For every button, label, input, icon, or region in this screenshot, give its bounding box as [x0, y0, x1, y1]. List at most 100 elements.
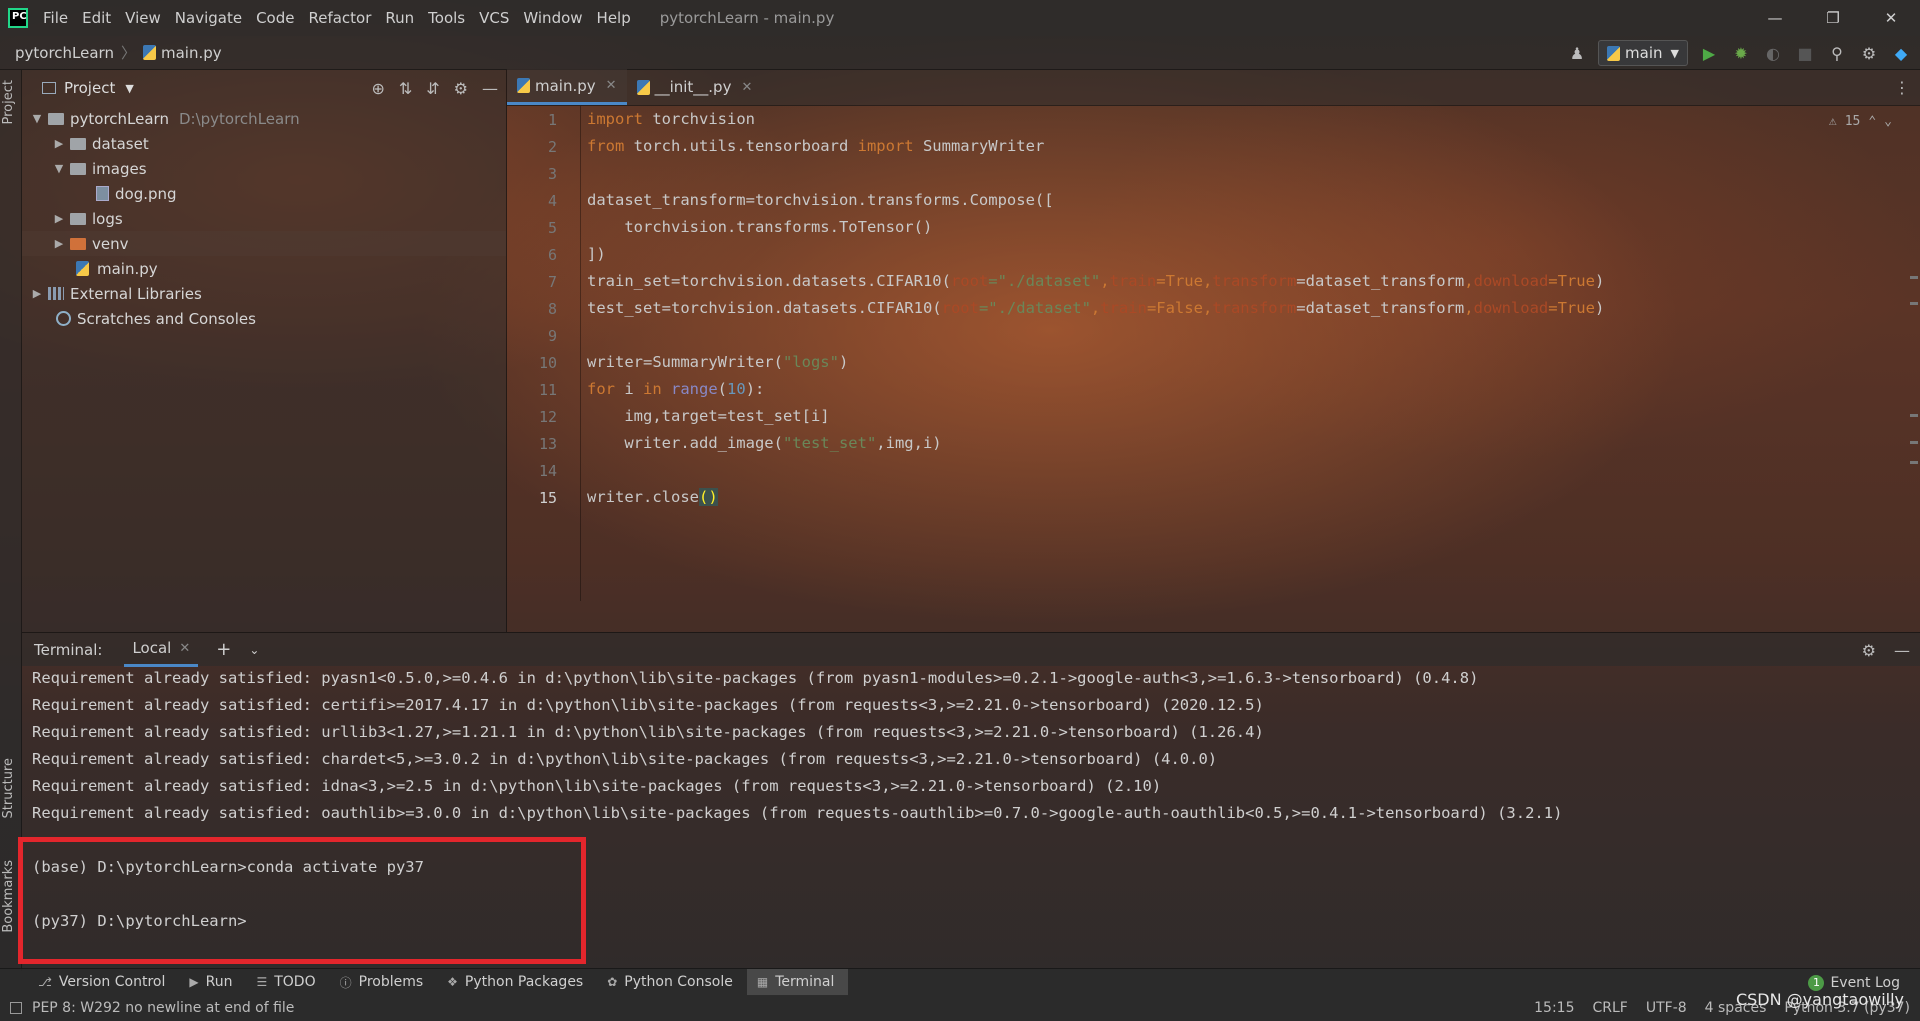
tree-item-main-py[interactable]: main.py	[22, 256, 506, 281]
chevron-right-icon[interactable]: ▶	[52, 137, 66, 150]
warning-marker[interactable]	[1910, 414, 1918, 417]
chevron-up-icon[interactable]: ⌃	[1868, 114, 1876, 129]
stop-icon[interactable]: ■	[1794, 42, 1816, 64]
collapse-all-icon[interactable]: ⇵	[426, 79, 439, 98]
chevron-down-icon[interactable]: ▼	[52, 162, 66, 175]
caret-position[interactable]: 15:15	[1534, 1000, 1574, 1016]
status-toggle-icon[interactable]	[10, 1002, 22, 1014]
expand-all-icon[interactable]: ⇅	[399, 79, 412, 98]
tool-version-control[interactable]: ⎇ Version Control	[28, 969, 179, 996]
tool-terminal[interactable]: ▦ Terminal	[746, 968, 849, 996]
structure-tool-tab[interactable]: Structure	[1, 758, 16, 818]
coverage-icon[interactable]: ◐	[1762, 42, 1784, 64]
tree-item-label: Scratches and Consoles	[77, 309, 256, 328]
tree-item-label: dog.png	[115, 184, 177, 203]
code-token: train_set=torchvision.datasets.CIFAR10(	[587, 272, 951, 290]
tool-label: Version Control	[58, 974, 166, 990]
tree-item-dog-png[interactable]: dog.png	[22, 181, 506, 206]
menu-file[interactable]: File	[36, 9, 75, 27]
minimize-button[interactable]: —	[1746, 0, 1804, 36]
inspection-widget[interactable]: ⚠ 15 ⌃ ⌄	[1829, 114, 1892, 129]
line-number: 14	[538, 462, 557, 480]
tab-init-py[interactable]: __init__.py ✕	[627, 69, 763, 105]
debug-icon[interactable]: ✹	[1730, 42, 1752, 64]
settings-gear-icon[interactable]: ⚙	[1858, 42, 1880, 64]
code-token: ):	[745, 380, 765, 398]
tree-item-external-libraries[interactable]: ▶ External Libraries	[22, 281, 506, 306]
warning-marker[interactable]	[1910, 461, 1918, 464]
terminal-tab-local[interactable]: Local ✕	[124, 633, 199, 667]
search-icon[interactable]: ⚲	[1826, 42, 1848, 64]
code-token: from	[587, 137, 625, 155]
hide-panel-icon[interactable]: —	[1894, 641, 1910, 660]
terminal-icon: ▦	[756, 975, 769, 989]
menu-view[interactable]: View	[118, 9, 168, 27]
settings-gear-icon[interactable]: ⚙	[1862, 641, 1876, 660]
tool-problems[interactable]: ⓘ Problems	[330, 969, 438, 996]
close-tab-icon[interactable]: ✕	[179, 641, 190, 656]
locate-icon[interactable]: ⊕	[371, 79, 384, 98]
code-editor[interactable]: 1 2 3 4 5 6 7 8 9 10 11 12 13 14 15 impo…	[507, 106, 1920, 632]
code-token: transform	[1212, 272, 1297, 290]
hide-panel-icon[interactable]: —	[482, 79, 498, 98]
code-token: =True	[1548, 299, 1595, 317]
status-message[interactable]: PEP 8: W292 no newline at end of file	[32, 1000, 294, 1016]
tree-item-scratches[interactable]: Scratches and Consoles	[22, 306, 506, 331]
warning-marker[interactable]	[1910, 441, 1918, 444]
tab-label: __init__.py	[654, 78, 732, 96]
chevron-right-icon[interactable]: ▶	[52, 237, 66, 250]
chevron-down-icon[interactable]: ⌄	[249, 643, 259, 657]
project-panel-title[interactable]: Project	[64, 79, 115, 97]
menu-vcs[interactable]: VCS	[472, 9, 516, 27]
tool-python-packages[interactable]: ❖ Python Packages	[437, 969, 597, 996]
menu-refactor[interactable]: Refactor	[301, 9, 378, 27]
tool-todo[interactable]: ☰ TODO	[246, 969, 329, 996]
event-log-label: Event Log	[1830, 974, 1900, 991]
warning-marker[interactable]	[1910, 302, 1918, 305]
menu-edit[interactable]: Edit	[75, 9, 118, 27]
menu-help[interactable]: Help	[590, 9, 638, 27]
line-separator[interactable]: CRLF	[1592, 1000, 1627, 1016]
close-window-button[interactable]: ✕	[1862, 0, 1920, 36]
tool-run[interactable]: ▶ Run	[179, 969, 246, 996]
tool-python-console[interactable]: ✿ Python Console	[597, 969, 747, 996]
breadcrumb-file[interactable]: main.py	[161, 44, 222, 62]
chevron-down-icon[interactable]: ⌄	[1884, 114, 1892, 129]
line-number: 7	[547, 273, 557, 291]
menu-tools[interactable]: Tools	[421, 9, 472, 27]
tree-item-label: images	[92, 159, 147, 178]
close-tab-icon[interactable]: ✕	[606, 78, 617, 93]
run-configuration-select[interactable]: main ▼	[1598, 40, 1688, 66]
tree-item-root[interactable]: ▼ pytorchLearn D:\pytorchLearn	[22, 106, 506, 131]
chevron-down-icon[interactable]: ▼	[125, 82, 133, 95]
jetbrains-logo-icon[interactable]: ◆	[1890, 42, 1912, 64]
breadcrumb-project[interactable]: pytorchLearn	[15, 44, 114, 62]
warning-marker[interactable]	[1910, 276, 1918, 279]
tree-item-logs[interactable]: ▶ logs	[22, 206, 506, 231]
close-tab-icon[interactable]: ✕	[741, 80, 752, 95]
menu-navigate[interactable]: Navigate	[168, 9, 249, 27]
tree-item-dataset[interactable]: ▶ dataset	[22, 131, 506, 156]
bookmarks-tool-tab[interactable]: Bookmarks	[1, 860, 16, 933]
user-icon[interactable]: ♟	[1566, 42, 1588, 64]
settings-gear-icon[interactable]: ⚙	[454, 79, 468, 98]
menu-run[interactable]: Run	[378, 9, 421, 27]
tree-item-venv[interactable]: ▶ venv	[22, 231, 506, 256]
code-token: range	[661, 380, 718, 398]
add-terminal-icon[interactable]: +	[216, 639, 231, 660]
chevron-down-icon[interactable]: ▼	[30, 112, 44, 125]
project-tool-tab[interactable]: Project	[1, 80, 16, 124]
restore-button[interactable]: ❐	[1804, 0, 1862, 36]
tree-item-images[interactable]: ▼ images	[22, 156, 506, 181]
chevron-right-icon[interactable]: ▶	[30, 287, 44, 300]
chevron-right-icon[interactable]: ▶	[52, 212, 66, 225]
tool-label: Python Packages	[464, 974, 584, 990]
tab-main-py[interactable]: main.py ✕	[507, 69, 627, 105]
python-file-icon	[636, 79, 650, 95]
more-options-icon[interactable]: ⋮	[1894, 78, 1910, 97]
file-encoding[interactable]: UTF-8	[1646, 1000, 1687, 1016]
tool-label: TODO	[274, 974, 316, 990]
menu-code[interactable]: Code	[249, 9, 301, 27]
menu-window[interactable]: Window	[516, 9, 589, 27]
run-icon[interactable]: ▶	[1698, 42, 1720, 64]
